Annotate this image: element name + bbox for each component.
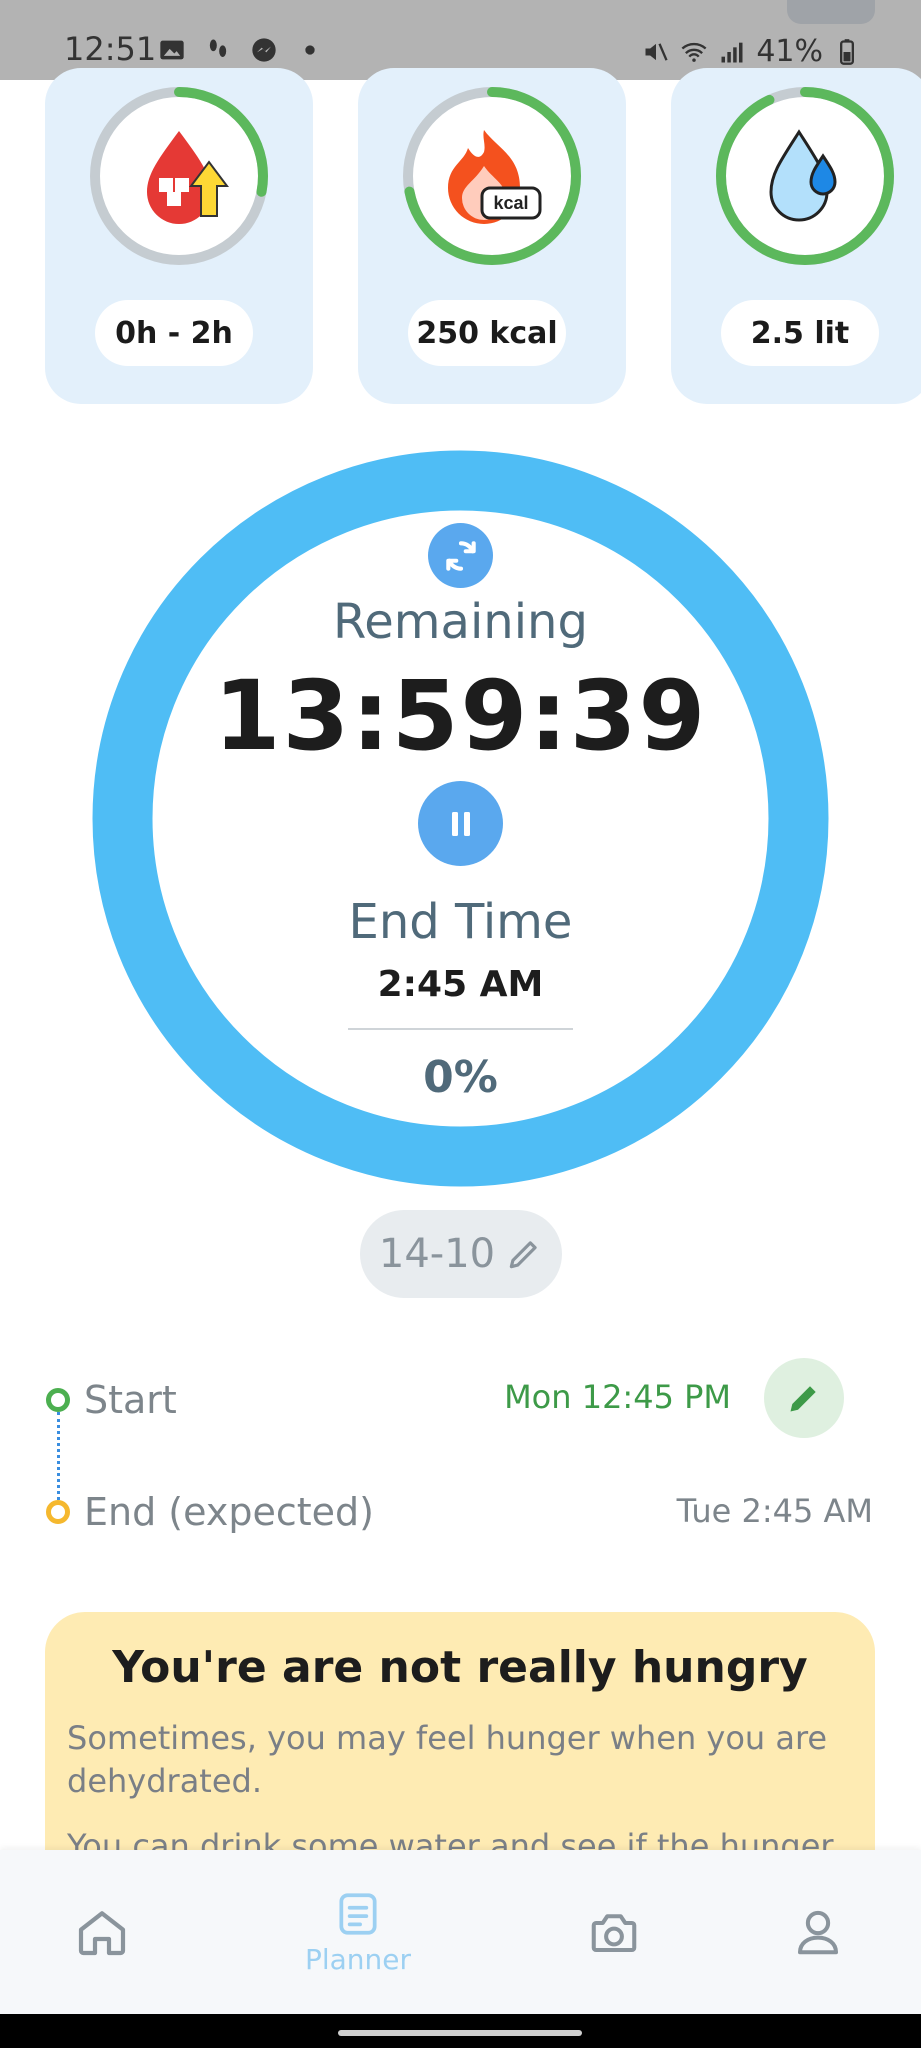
dot-icon: [305, 45, 315, 55]
tip-paragraph: Sometimes, you may feel hunger when you …: [67, 1719, 828, 1800]
refresh-icon: [445, 540, 476, 571]
nav-planner[interactable]: Planner: [268, 1850, 448, 2014]
planner-icon: [339, 1892, 377, 1935]
notification-icons: [158, 36, 324, 64]
stat-label: 250 kcal: [408, 300, 566, 366]
camera-icon: [591, 1914, 637, 1953]
plan-label: 14-10: [378, 1231, 496, 1277]
messenger-icon: [252, 38, 276, 62]
wifi-icon: [681, 42, 707, 62]
top-action-button[interactable]: [787, 0, 875, 24]
pause-icon: [451, 811, 470, 836]
restart-button[interactable]: [428, 523, 493, 588]
stat-card-water[interactable]: 2.5 lit: [671, 68, 921, 404]
remaining-time: 13:59:39: [213, 660, 708, 772]
nav-profile[interactable]: [728, 1850, 908, 2014]
home-icon: [78, 1911, 126, 1956]
edit-start-button[interactable]: [764, 1358, 844, 1438]
nav-camera[interactable]: [524, 1850, 704, 2014]
pause-button[interactable]: [418, 781, 503, 866]
start-marker: [46, 1388, 70, 1412]
system-icons: 41%: [642, 34, 861, 69]
profile-icon: [797, 1910, 839, 1955]
signal-icon: [721, 42, 743, 62]
start-time[interactable]: Mon 12:45 PM: [504, 1378, 731, 1416]
footprints-icon: [209, 39, 227, 57]
end-marker: [46, 1500, 70, 1524]
mute-icon: [645, 42, 668, 61]
end-label: End (expected): [84, 1490, 374, 1534]
pencil-icon: [509, 1241, 537, 1269]
stat-progress-ring: kcal: [403, 87, 581, 265]
stat-label: 2.5 lit: [721, 300, 879, 366]
stat-card-blood-sugar[interactable]: 0h - 2h: [45, 68, 313, 404]
timeline-connector: [57, 1412, 60, 1500]
fasting-plan-chip[interactable]: 14-10: [360, 1210, 562, 1298]
stat-progress-ring: [90, 87, 268, 265]
tip-title: You're are not really hungry: [112, 1642, 808, 1693]
progress-percent: 0%: [423, 1052, 498, 1103]
stat-label: 0h - 2h: [95, 300, 253, 366]
timer-divider: [348, 1028, 573, 1030]
battery-icon: [840, 38, 854, 65]
svg-text:kcal: kcal: [493, 193, 528, 213]
nav-home[interactable]: [12, 1850, 192, 2014]
nav-planner-label: Planner: [304, 1942, 412, 1976]
remaining-label: Remaining: [333, 594, 588, 650]
status-time: 12:51: [64, 30, 157, 68]
stat-progress-ring: [716, 87, 894, 265]
battery-percent: 41%: [756, 34, 823, 69]
home-gesture-handle[interactable]: [338, 2030, 582, 2036]
pencil-icon: [790, 1386, 816, 1412]
end-time-label: End Time: [348, 894, 573, 950]
bottom-navigation: Planner: [0, 1850, 921, 2014]
end-time-value: 2:45 AM: [377, 964, 544, 1005]
end-time: Tue 2:45 AM: [676, 1492, 873, 1530]
stat-card-calories[interactable]: kcal 250 kcal: [358, 68, 626, 404]
start-label: Start: [84, 1378, 177, 1422]
image-icon: [160, 40, 184, 60]
